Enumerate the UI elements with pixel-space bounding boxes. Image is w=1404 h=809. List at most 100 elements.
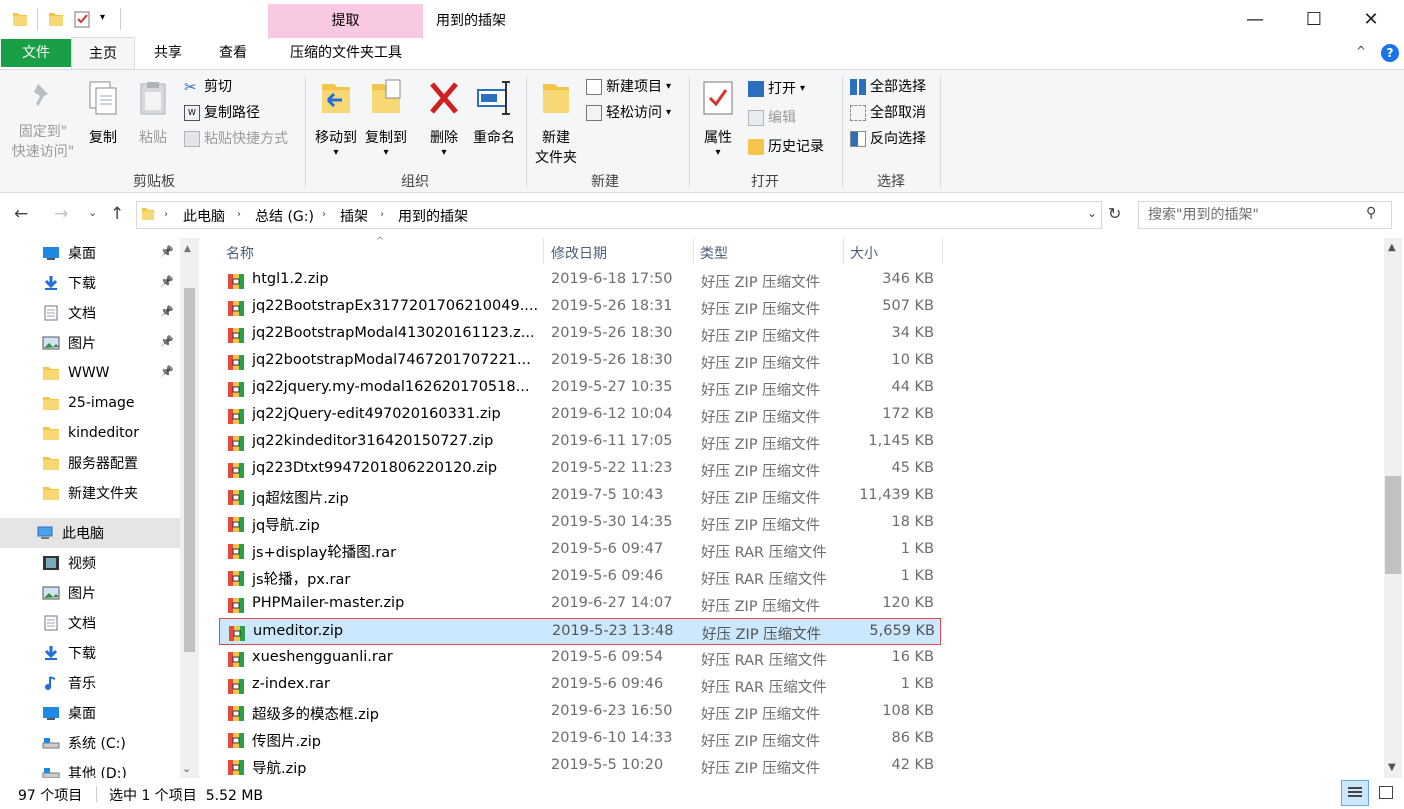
select-all-button[interactable]: 全部选择: [850, 77, 926, 97]
pinned-icon[interactable]: 📌: [160, 275, 174, 288]
nav-item[interactable]: 25-image: [0, 388, 180, 418]
file-row[interactable]: jq超炫图片.zip 2019-7-5 10:43 好压 ZIP 压缩文件 11,43…: [219, 483, 941, 510]
nav-item[interactable]: 其他 (D:): [0, 758, 180, 778]
details-view-button[interactable]: [1341, 780, 1369, 806]
properties-button[interactable]: 属性 ▾: [696, 78, 740, 158]
invert-selection-button[interactable]: 反向选择: [850, 129, 926, 149]
collapse-ribbon-icon[interactable]: ^: [1356, 44, 1366, 58]
copy-path-button[interactable]: W 复制路径: [184, 103, 260, 123]
search-icon[interactable]: ⚲: [1366, 205, 1376, 221]
nav-item[interactable]: 下载: [0, 638, 180, 668]
nav-item[interactable]: 新建文件夹: [0, 478, 180, 508]
tab-file[interactable]: 文件: [1, 39, 71, 67]
breadcrumb-chevron-icon[interactable]: ›: [237, 209, 241, 220]
context-tab-extract[interactable]: 提取: [268, 4, 423, 39]
file-row[interactable]: umeditor.zip 2019-5-23 13:48 好压 ZIP 压缩文件 5,…: [219, 618, 941, 645]
list-scroll-up-icon[interactable]: ▲: [1388, 242, 1396, 253]
file-row[interactable]: z-index.rar 2019-5-6 09:46 好压 RAR 压缩文件 1 KB: [219, 672, 941, 699]
file-row[interactable]: 传图片.zip 2019-6-10 14:33 好压 ZIP 压缩文件 86 KB: [219, 726, 941, 753]
pinned-icon[interactable]: 📌: [160, 305, 174, 318]
qat-folder-icon[interactable]: [48, 10, 64, 28]
file-row[interactable]: jq22BootstrapEx3177201706210049.... 2019-…: [219, 294, 941, 321]
file-row[interactable]: htgl1.2.zip 2019-6-18 17:50 好压 ZIP 压缩文件 346…: [219, 267, 941, 294]
copy-button[interactable]: 复制: [84, 80, 122, 148]
tab-share[interactable]: 共享: [145, 38, 191, 69]
list-scroll-down-icon[interactable]: ▼: [1388, 762, 1396, 773]
column-header-name[interactable]: 名称: [226, 243, 254, 265]
address-dropdown-icon[interactable]: ⌄: [1087, 206, 1097, 220]
column-divider[interactable]: [693, 238, 694, 264]
help-icon[interactable]: ?: [1381, 44, 1399, 62]
list-scrollbar[interactable]: [1384, 238, 1402, 778]
column-divider[interactable]: [942, 238, 943, 264]
close-button[interactable]: ✕: [1342, 0, 1400, 38]
nav-item[interactable]: 视频: [0, 548, 180, 578]
file-row[interactable]: jq22jQuery-edit497020160331.zip 2019-6-12…: [219, 402, 941, 429]
nav-item[interactable]: 系统 (C:): [0, 728, 180, 758]
nav-item[interactable]: 桌面: [0, 698, 180, 728]
breadcrumb-chevron-icon[interactable]: ›: [380, 209, 384, 220]
file-row[interactable]: jq22bootstrapModal7467201707221... 2019-5…: [219, 348, 941, 375]
file-row[interactable]: 超级多的模态框.zip 2019-6-23 16:50 好压 ZIP 压缩文件 108…: [219, 699, 941, 726]
open-button[interactable]: 打开 ▾: [748, 79, 805, 99]
qat-properties-icon[interactable]: [74, 10, 90, 28]
column-divider[interactable]: [843, 238, 844, 264]
history-button[interactable]: 历史记录: [748, 137, 824, 157]
file-row[interactable]: PHPMailer-master.zip 2019-6-27 14:07 好压 ZI…: [219, 591, 941, 618]
breadcrumb-chevron-icon[interactable]: ›: [164, 209, 168, 220]
breadcrumb-chevron-icon[interactable]: ›: [322, 209, 326, 220]
nav-item[interactable]: 下载 📌: [0, 268, 180, 298]
column-divider[interactable]: [543, 238, 544, 264]
column-header-size[interactable]: 大小: [850, 243, 878, 265]
nav-item[interactable]: kindeditor: [0, 418, 180, 448]
pinned-icon[interactable]: 📌: [160, 335, 174, 348]
new-item-button[interactable]: 新建项目 ▾: [586, 77, 671, 97]
column-header-type[interactable]: 类型: [700, 243, 728, 265]
nav-item[interactable]: 文档 📌: [0, 298, 180, 328]
recent-locations-icon[interactable]: ⌄: [88, 206, 97, 219]
file-row[interactable]: js轮播，px.rar 2019-5-6 09:46 好压 RAR 压缩文件 1 KB: [219, 564, 941, 591]
nav-scroll-up-icon[interactable]: ▲: [184, 244, 191, 254]
breadcrumb-current[interactable]: 用到的插架: [398, 206, 468, 226]
nav-item[interactable]: 音乐: [0, 668, 180, 698]
nav-item[interactable]: 服务器配置: [0, 448, 180, 478]
qat-dropdown-icon[interactable]: ▾: [100, 12, 105, 23]
tab-compressed-tools[interactable]: 压缩的文件夹工具: [270, 38, 422, 69]
pinned-icon[interactable]: 📌: [160, 365, 174, 378]
file-row[interactable]: js+display轮播图.rar 2019-5-6 09:47 好压 RAR 压缩…: [219, 537, 941, 564]
refresh-icon[interactable]: ↻: [1108, 204, 1121, 223]
breadcrumb-chajia[interactable]: 插架: [340, 206, 368, 226]
forward-arrow-icon[interactable]: →: [54, 204, 68, 224]
paste-button[interactable]: 粘贴: [134, 80, 172, 148]
back-arrow-icon[interactable]: ←: [14, 204, 28, 224]
minimize-button[interactable]: —: [1226, 0, 1284, 38]
nav-item[interactable]: 文档: [0, 608, 180, 638]
tab-home[interactable]: 主页: [71, 37, 135, 70]
rename-button[interactable]: 重命名: [470, 78, 518, 148]
breadcrumb-this-pc[interactable]: 此电脑: [183, 206, 225, 226]
nav-item[interactable]: 桌面 📌: [0, 238, 180, 268]
move-to-button[interactable]: 移动到 ▾: [312, 78, 360, 158]
search-input[interactable]: 搜索"用到的插架": [1138, 201, 1392, 229]
tab-view[interactable]: 查看: [210, 38, 256, 69]
file-row[interactable]: jq223Dtxt9947201806220120.zip 2019-5-22 1…: [219, 456, 941, 483]
easy-access-button[interactable]: 轻松访问 ▾: [586, 103, 671, 123]
maximize-button[interactable]: ☐: [1285, 0, 1343, 38]
file-row[interactable]: jq导航.zip 2019-5-30 14:35 好压 ZIP 压缩文件 18 KB: [219, 510, 941, 537]
up-arrow-icon[interactable]: ↑: [110, 204, 124, 224]
nav-scrollbar[interactable]: [180, 238, 199, 778]
nav-item[interactable]: 图片 📌: [0, 328, 180, 358]
copy-to-button[interactable]: 复制到 ▾: [362, 78, 410, 158]
file-row[interactable]: jq22kindeditor316420150727.zip 2019-6-11 …: [219, 429, 941, 456]
select-none-button[interactable]: 全部取消: [850, 103, 926, 123]
large-icons-view-button[interactable]: [1372, 780, 1400, 806]
nav-item[interactable]: 此电脑: [0, 518, 180, 548]
new-folder-button[interactable]: 新建 文件夹: [530, 78, 582, 168]
file-row[interactable]: jq22BootstrapModal413020161123.z... 2019-…: [219, 321, 941, 348]
breadcrumb-drive-g[interactable]: 总结 (G:): [255, 206, 314, 226]
file-row[interactable]: jq22jquery.my-modal162620170518... 2019-5…: [219, 375, 941, 402]
edit-button[interactable]: 编辑: [748, 108, 796, 128]
nav-item[interactable]: 图片: [0, 578, 180, 608]
cut-button[interactable]: ✂ 剪切: [184, 77, 232, 97]
column-header-date[interactable]: 修改日期: [551, 243, 607, 265]
